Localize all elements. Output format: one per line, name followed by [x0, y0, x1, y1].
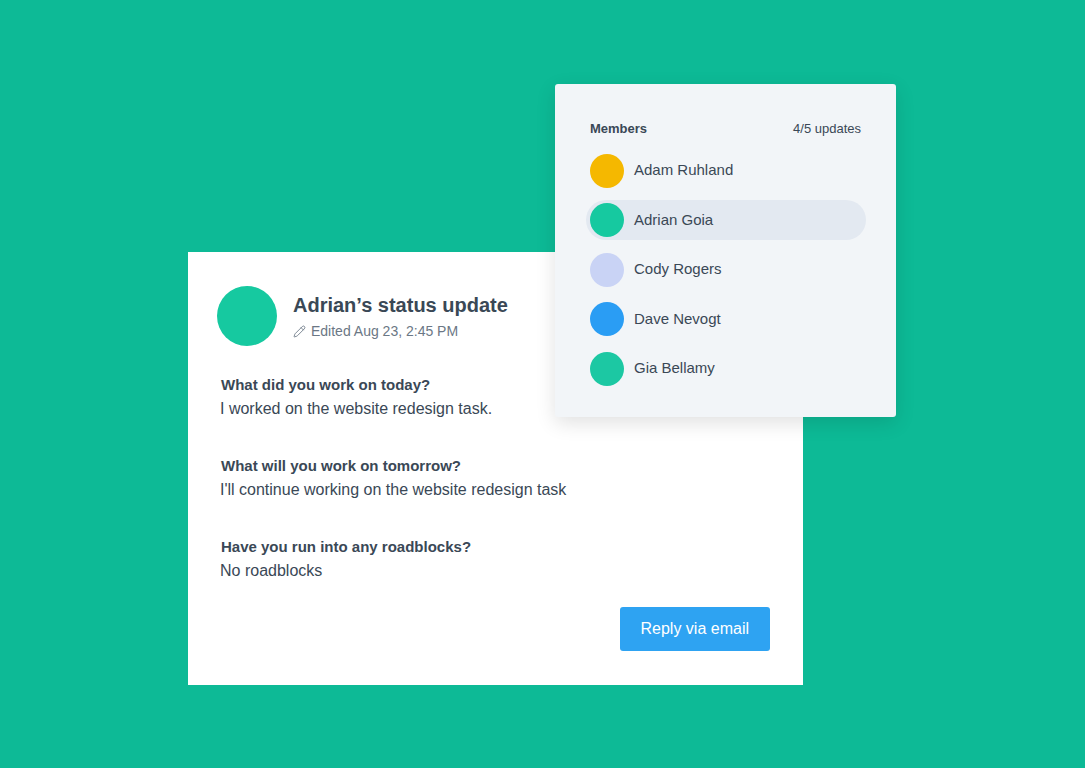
canvas: Adrian’s status update Edited Aug 23, 2:4…	[0, 0, 1085, 768]
member-name: Cody Rogers	[634, 258, 722, 281]
question-block: Have you run into any roadblocks?No road…	[221, 536, 770, 584]
members-title: Members	[590, 119, 647, 139]
member-avatar	[590, 302, 624, 336]
member-row[interactable]: Adrian Goia	[586, 200, 866, 240]
member-row[interactable]: Adam Ruhland	[586, 151, 866, 191]
reply-button[interactable]: Reply via email	[620, 607, 770, 651]
member-avatar	[590, 352, 624, 386]
answer: No roadblocks	[220, 558, 770, 584]
member-name: Dave Nevogt	[634, 308, 721, 331]
member-row[interactable]: Dave Nevogt	[586, 299, 866, 339]
avatar	[217, 286, 277, 346]
member-avatar	[590, 203, 624, 237]
member-name: Adrian Goia	[634, 209, 713, 232]
members-panel: Members 4/5 updates Adam Ruhland Adrian Goi…	[555, 84, 896, 417]
member-avatar	[590, 253, 624, 287]
answer: I'll continue working on the website red…	[220, 477, 770, 503]
status-title: Adrian’s status update	[293, 292, 508, 318]
question: What will you work on tomorrow?	[221, 455, 770, 477]
question-block: What will you work on tomorrow?I'll cont…	[221, 455, 770, 503]
pencil-icon	[293, 325, 306, 338]
updates-count: 4/5 updates	[793, 119, 861, 139]
member-row[interactable]: Cody Rogers	[586, 250, 866, 290]
member-row[interactable]: Gia Bellamy	[586, 349, 866, 389]
member-name: Gia Bellamy	[634, 357, 715, 380]
members-list: Adam Ruhland Adrian Goia Cody Rogers Dave N…	[586, 151, 866, 389]
question: Have you run into any roadblocks?	[221, 536, 770, 558]
members-header: Members 4/5 updates	[588, 119, 863, 139]
edited-label: Edited Aug 23, 2:45 PM	[293, 322, 508, 340]
member-name: Adam Ruhland	[634, 159, 733, 182]
member-avatar	[590, 154, 624, 188]
